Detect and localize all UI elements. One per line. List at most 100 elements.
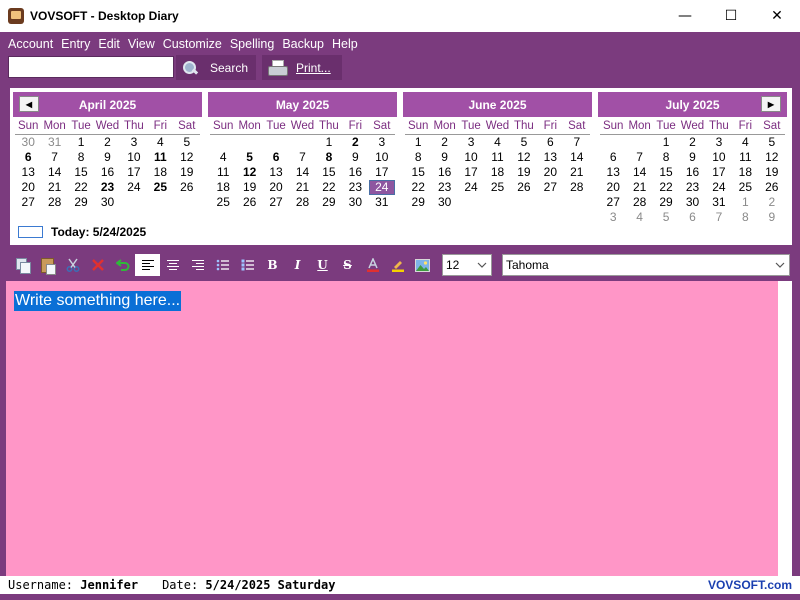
today-link[interactable]: Today: 5/24/2025 <box>18 225 146 239</box>
day-cell[interactable]: 13 <box>537 150 563 165</box>
day-cell[interactable]: 16 <box>431 165 457 180</box>
day-cell[interactable]: 16 <box>342 165 368 180</box>
day-cell[interactable]: 15 <box>653 165 679 180</box>
day-cell[interactable]: 20 <box>537 165 563 180</box>
day-cell[interactable]: 5 <box>511 135 537 150</box>
day-cell[interactable]: 8 <box>68 150 94 165</box>
day-cell[interactable]: 22 <box>405 180 431 195</box>
day-cell[interactable]: 1 <box>732 195 758 210</box>
day-cell[interactable]: 21 <box>41 180 67 195</box>
day-cell[interactable]: 6 <box>263 150 289 165</box>
menu-entry[interactable]: Entry <box>57 34 94 54</box>
day-cell[interactable]: 8 <box>732 210 758 225</box>
copy-icon[interactable] <box>10 254 35 276</box>
vovsoft-link[interactable]: VOVSOFT.com <box>708 578 792 592</box>
day-cell[interactable]: 2 <box>94 135 120 150</box>
day-cell[interactable]: 22 <box>68 180 94 195</box>
font-name-select[interactable]: Tahoma <box>502 254 790 276</box>
day-cell[interactable]: 27 <box>263 195 289 210</box>
diary-editor[interactable]: Write something here... <box>6 281 778 577</box>
day-cell[interactable]: 26 <box>759 180 785 195</box>
day-cell[interactable]: 1 <box>316 135 342 150</box>
search-input[interactable] <box>8 56 174 78</box>
day-cell[interactable]: 29 <box>653 195 679 210</box>
italic-icon[interactable]: I <box>285 254 310 276</box>
day-cell[interactable]: 23 <box>431 180 457 195</box>
menu-customize[interactable]: Customize <box>159 34 226 54</box>
day-cell[interactable]: 15 <box>405 165 431 180</box>
day-cell[interactable]: 16 <box>94 165 120 180</box>
cut-icon[interactable] <box>60 254 85 276</box>
numbered-list-icon[interactable] <box>235 254 260 276</box>
paste-icon[interactable] <box>35 254 60 276</box>
day-cell[interactable]: 7 <box>289 150 315 165</box>
day-cell[interactable]: 13 <box>15 165 41 180</box>
day-cell[interactable]: 11 <box>484 150 510 165</box>
day-cell[interactable]: 25 <box>732 180 758 195</box>
day-cell[interactable]: 3 <box>121 135 147 150</box>
day-cell[interactable]: 9 <box>94 150 120 165</box>
day-cell[interactable]: 14 <box>626 165 652 180</box>
bullet-list-icon[interactable] <box>210 254 235 276</box>
day-cell[interactable]: 11 <box>732 150 758 165</box>
day-cell[interactable]: 5 <box>759 135 785 150</box>
day-cell[interactable]: 18 <box>484 165 510 180</box>
highlight-icon[interactable] <box>385 254 410 276</box>
day-cell[interactable]: 7 <box>626 150 652 165</box>
day-cell[interactable]: 19 <box>174 165 200 180</box>
day-cell[interactable]: 24 <box>121 180 147 195</box>
day-cell[interactable]: 25 <box>484 180 510 195</box>
day-cell[interactable]: 5 <box>653 210 679 225</box>
day-cell[interactable]: 6 <box>537 135 563 150</box>
day-cell[interactable]: 6 <box>15 150 41 165</box>
align-center-icon[interactable] <box>160 254 185 276</box>
day-cell[interactable]: 19 <box>236 180 262 195</box>
day-cell[interactable]: 21 <box>626 180 652 195</box>
day-cell[interactable]: 27 <box>600 195 626 210</box>
menu-account[interactable]: Account <box>4 34 57 54</box>
day-cell[interactable]: 9 <box>431 150 457 165</box>
bold-icon[interactable]: B <box>260 254 285 276</box>
day-cell[interactable]: 4 <box>732 135 758 150</box>
day-cell[interactable]: 29 <box>405 195 431 210</box>
day-cell[interactable]: 3 <box>706 135 732 150</box>
insert-image-icon[interactable] <box>410 254 435 276</box>
day-cell[interactable]: 21 <box>289 180 315 195</box>
day-cell[interactable]: 28 <box>626 195 652 210</box>
day-cell[interactable]: 20 <box>600 180 626 195</box>
day-cell[interactable]: 21 <box>564 165 590 180</box>
day-cell[interactable]: 4 <box>484 135 510 150</box>
day-cell[interactable]: 17 <box>458 165 484 180</box>
day-cell[interactable]: 18 <box>210 180 236 195</box>
day-cell[interactable]: 9 <box>759 210 785 225</box>
day-cell[interactable]: 5 <box>174 135 200 150</box>
day-cell[interactable]: 2 <box>679 135 705 150</box>
day-cell[interactable]: 6 <box>679 210 705 225</box>
day-cell[interactable]: 3 <box>600 210 626 225</box>
day-cell[interactable]: 26 <box>236 195 262 210</box>
day-cell[interactable]: 29 <box>68 195 94 210</box>
day-cell[interactable]: 28 <box>41 195 67 210</box>
day-cell[interactable]: 28 <box>564 180 590 195</box>
font-size-select[interactable]: 12 <box>442 254 492 276</box>
day-cell[interactable]: 30 <box>431 195 457 210</box>
editor-scrollbar[interactable] <box>778 281 792 577</box>
day-cell[interactable]: 20 <box>263 180 289 195</box>
day-cell[interactable]: 17 <box>706 165 732 180</box>
day-cell[interactable]: 25 <box>210 195 236 210</box>
day-cell[interactable]: 10 <box>458 150 484 165</box>
day-cell[interactable]: 19 <box>759 165 785 180</box>
minimize-button[interactable]: — <box>662 0 708 32</box>
day-cell[interactable]: 1 <box>653 135 679 150</box>
close-button[interactable]: ✕ <box>754 0 800 32</box>
previous-month-button[interactable]: ◀ <box>19 96 39 112</box>
day-cell[interactable]: 18 <box>732 165 758 180</box>
day-cell[interactable]: 18 <box>147 165 173 180</box>
day-cell[interactable]: 23 <box>342 180 368 195</box>
day-cell[interactable]: 17 <box>121 165 147 180</box>
day-cell[interactable]: 30 <box>342 195 368 210</box>
day-cell[interactable]: 28 <box>289 195 315 210</box>
day-cell[interactable]: 11 <box>147 150 173 165</box>
day-cell[interactable]: 22 <box>316 180 342 195</box>
day-cell[interactable]: 12 <box>174 150 200 165</box>
